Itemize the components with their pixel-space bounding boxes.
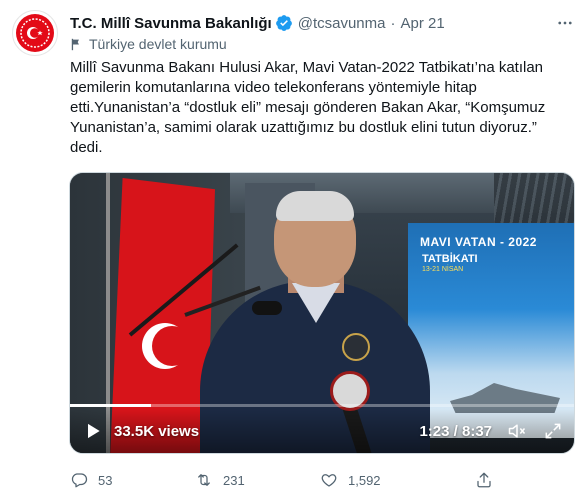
retweet-icon [198,474,210,486]
tweet-actions: 53 231 1,592 [70,470,570,490]
volume-icon[interactable] [506,420,528,442]
tweet-text: Millî Savunma Bakanı Hulusi Akar, Mavi V… [70,59,546,156]
author-handle[interactable]: @tcsavunma [298,15,386,32]
tweet-header: T.C. Millî Savunma Bakanlığı @tcsavunma … [70,12,576,34]
verified-badge-icon [275,14,293,32]
like-icon [321,474,337,487]
video-time: 1:23 / 8:37 [419,422,492,440]
avatar[interactable] [12,10,58,56]
fullscreen-icon[interactable] [542,420,564,442]
video-player[interactable]: MAVI VATAN - 2022 TATBİKATI 13-21 NİSAN … [69,172,575,454]
reply-icon [71,473,88,488]
government-label: Türkiye devlet kurumu [70,36,227,52]
share-button[interactable] [475,471,493,489]
video-scrubber[interactable] [70,404,574,407]
retweet-button[interactable]: 231 [195,471,245,489]
reply-button[interactable]: 53 [70,471,112,489]
ministry-emblem-icon [16,14,54,52]
poster-date: 13-21 NİSAN [422,266,464,273]
flag-icon [71,38,79,50]
video-controls: 33.5K views 1:23 / 8:37 [70,409,574,453]
author-name[interactable]: T.C. Millî Savunma Bakanlığı [70,15,272,32]
view-count: 33.5K views [114,422,200,440]
video-progress [70,404,152,407]
poster-title: MAVI VATAN - 2022 [420,235,537,249]
reply-count: 53 [98,472,113,488]
microphone [252,301,282,315]
poster-subtitle: TATBİKATI [422,253,478,265]
tweet-date[interactable]: Apr 21 [400,15,444,32]
separator-dot: · [390,14,396,32]
like-count: 1,592 [348,472,381,488]
flag-crescent-cutout [152,326,192,366]
more-icon[interactable] [554,12,576,34]
share-icon [477,472,491,488]
government-label-text: Türkiye devlet kurumu [89,36,227,52]
speaker-hair [276,191,354,221]
ministry-badge [342,333,370,361]
retweet-count: 231 [223,472,245,488]
play-icon[interactable] [82,420,104,442]
like-button[interactable]: 1,592 [320,471,381,489]
